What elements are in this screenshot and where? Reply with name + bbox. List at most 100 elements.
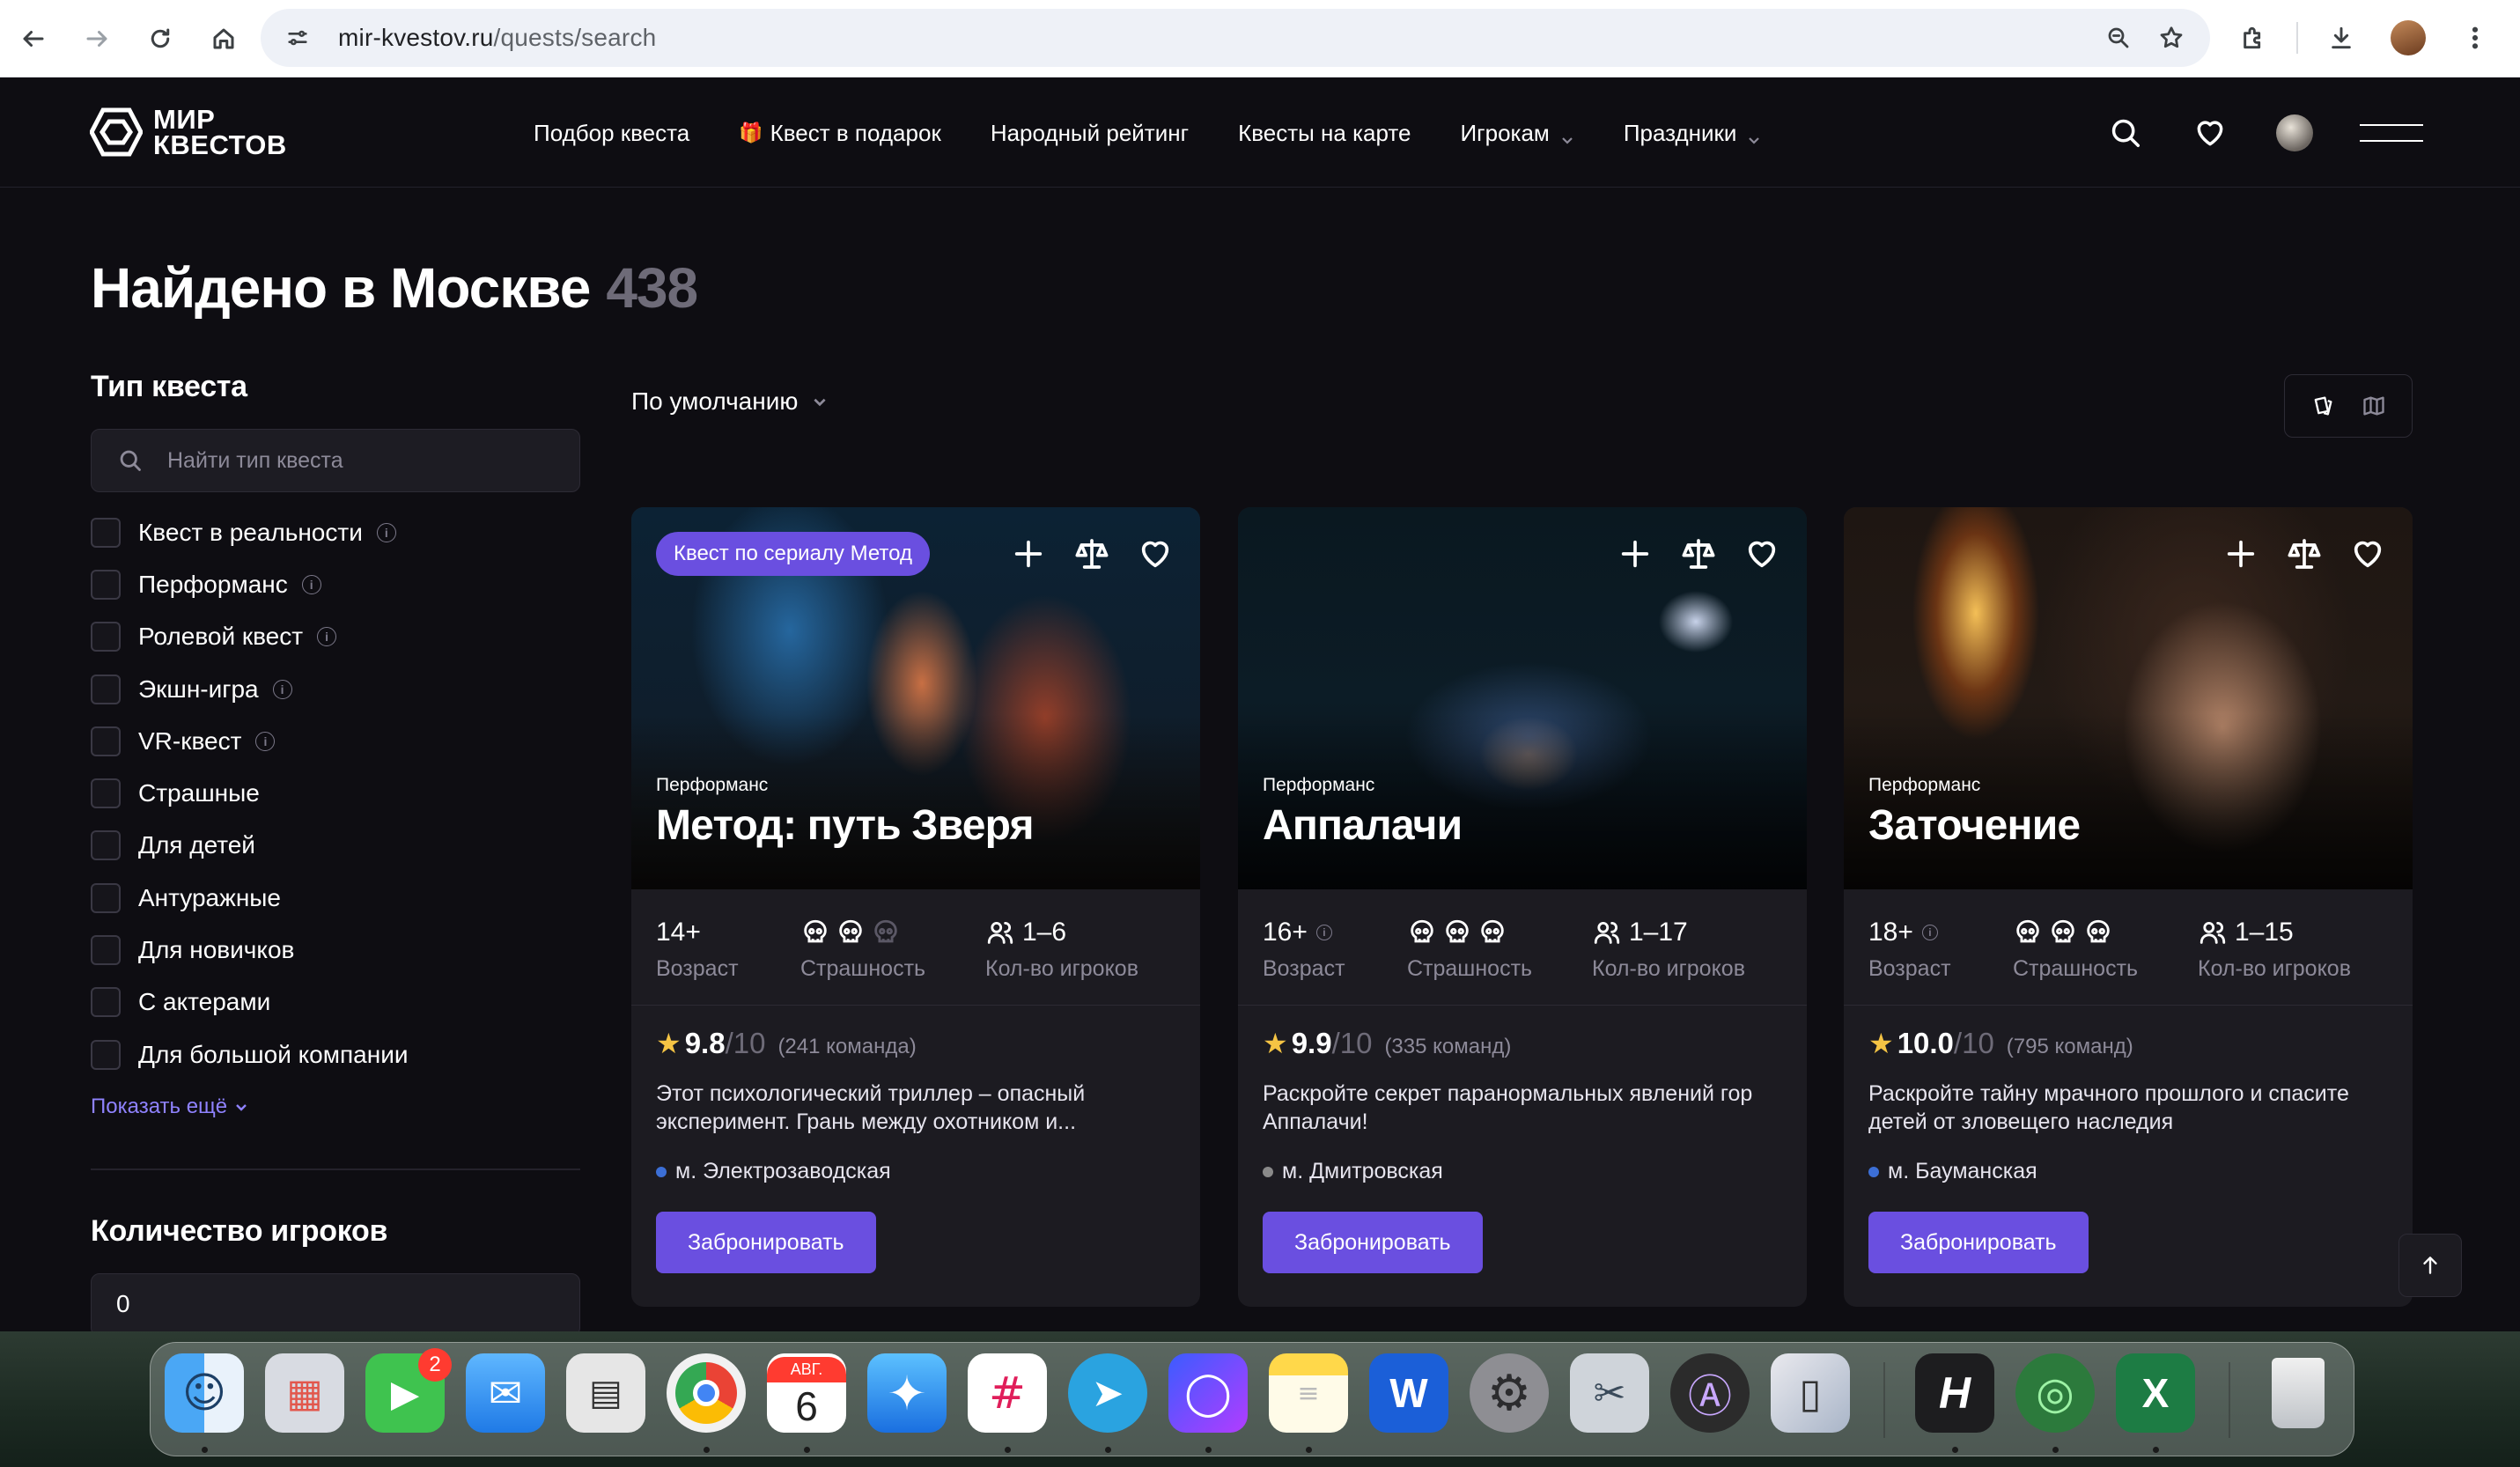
finder-icon[interactable]: ☺ <box>165 1353 244 1433</box>
checkbox[interactable] <box>91 830 121 861</box>
launchpad-icon[interactable]: ▦ <box>265 1353 344 1433</box>
cards-view-button[interactable] <box>2309 392 2337 420</box>
quest-card[interactable]: Перформанс Аппалачи 16+ i Возраст Страшно… <box>1238 507 1807 1307</box>
filter-atmospheric[interactable]: Антуражные <box>91 872 580 924</box>
quest-title[interactable]: Аппалачи <box>1263 801 1463 850</box>
bookmark-button[interactable] <box>2150 17 2192 59</box>
checkbox[interactable] <box>91 935 121 966</box>
word-icon[interactable]: W <box>1369 1353 1448 1433</box>
quest-image[interactable]: Квест по сериалу Метод Перформанс Метод:… <box>631 507 1200 889</box>
messenger-icon[interactable]: ◯ <box>1168 1353 1248 1433</box>
nav-people-rating[interactable]: Народный рейтинг <box>991 120 1189 147</box>
checkbox[interactable] <box>91 569 121 600</box>
quest-title[interactable]: Заточение <box>1868 801 2081 850</box>
checkbox[interactable] <box>91 622 121 652</box>
add-to-list-button[interactable] <box>1010 535 1047 572</box>
telegram-icon[interactable]: ➤ <box>1068 1353 1147 1433</box>
compare-button[interactable] <box>2286 535 2323 572</box>
site-settings-icon[interactable] <box>280 20 315 55</box>
quest-type-search-input[interactable] <box>167 447 555 474</box>
add-to-list-button[interactable] <box>1617 535 1654 572</box>
map-view-button[interactable] <box>2360 392 2388 420</box>
downloads-button[interactable] <box>2317 11 2365 65</box>
info-icon[interactable]: i <box>317 627 337 647</box>
browser-menu-button[interactable] <box>2451 11 2499 65</box>
vpn-app-icon[interactable]: Ⓐ <box>1670 1353 1750 1433</box>
info-icon[interactable]: i <box>272 679 292 699</box>
info-icon[interactable]: i <box>376 522 396 542</box>
user-account-button[interactable] <box>2275 114 2314 152</box>
quest-image[interactable]: Перформанс Заточение <box>1844 507 2413 889</box>
zoom-button[interactable] <box>2097 17 2140 59</box>
rating-teams[interactable]: (795 команд) <box>2007 1035 2133 1059</box>
reload-button[interactable] <box>136 14 185 63</box>
site-search-button[interactable] <box>2106 114 2145 152</box>
compare-button[interactable] <box>1073 535 1110 572</box>
rating-teams[interactable]: (241 команда) <box>777 1035 916 1059</box>
site-logo[interactable]: МИР КВЕСТОВ <box>89 106 287 158</box>
address-bar[interactable]: mir-kvestov.ru/quests/search <box>261 9 2210 67</box>
quest-title[interactable]: Метод: путь Зверя <box>656 801 1035 850</box>
mail-icon[interactable]: ✉ <box>466 1353 545 1433</box>
filter-performance[interactable]: Перформанс i <box>91 558 580 610</box>
compare-button[interactable] <box>1680 535 1717 572</box>
quest-card[interactable]: Перформанс Заточение 18+ i Возраст Страшн… <box>1844 507 2413 1307</box>
sort-dropdown[interactable]: По умолчанию <box>631 387 828 416</box>
filter-action-game[interactable]: Экшн-игра i <box>91 663 580 715</box>
back-button[interactable] <box>9 14 58 63</box>
filter-role-quest[interactable]: Ролевой квест i <box>91 611 580 663</box>
info-icon[interactable]: i <box>1921 925 1938 940</box>
chrome-icon[interactable] <box>667 1353 746 1433</box>
calendar-icon[interactable]: АВГ. 6 <box>767 1353 846 1433</box>
filter-for-kids[interactable]: Для детей <box>91 820 580 872</box>
add-to-list-button[interactable] <box>2222 535 2259 572</box>
favorites-button[interactable] <box>2191 114 2229 152</box>
scroll-to-top-button[interactable] <box>2398 1234 2462 1297</box>
checkbox[interactable] <box>91 882 121 913</box>
hyper-app-icon[interactable]: H <box>1915 1353 1994 1433</box>
preview-icon[interactable]: ✂ <box>1570 1353 1649 1433</box>
forward-button[interactable] <box>72 14 122 63</box>
nav-quest-selection[interactable]: Подбор квеста <box>534 120 689 147</box>
favorite-button[interactable] <box>2349 535 2386 572</box>
iphone-mirroring-icon[interactable]: ▯ <box>1771 1353 1850 1433</box>
checkbox[interactable] <box>91 517 121 548</box>
extensions-button[interactable] <box>2229 11 2277 65</box>
checkbox[interactable] <box>91 674 121 704</box>
find-my-icon[interactable]: ◎ <box>2015 1353 2095 1433</box>
nav-holidays[interactable]: Праздники <box>1624 120 1762 147</box>
filter-real-quest[interactable]: Квест в реальности i <box>91 506 580 558</box>
checkbox[interactable] <box>91 778 121 809</box>
burger-menu-button[interactable] <box>2360 114 2423 152</box>
book-button[interactable]: Забронировать <box>1868 1212 2089 1273</box>
nav-players[interactable]: Игрокам <box>1460 120 1573 147</box>
filter-big-company[interactable]: Для большой компании <box>91 1028 580 1080</box>
checkbox[interactable] <box>91 987 121 1018</box>
rating-teams[interactable]: (335 команд) <box>1384 1035 1511 1059</box>
system-settings-icon[interactable]: ⚙ <box>1470 1353 1549 1433</box>
nav-gift-quest[interactable]: 🎁 Квест в подарок <box>739 120 941 147</box>
profile-button[interactable] <box>2384 11 2432 65</box>
book-button[interactable]: Забронировать <box>656 1212 876 1273</box>
filter-with-actors[interactable]: С актерами <box>91 977 580 1028</box>
info-icon[interactable]: i <box>255 731 276 751</box>
excel-icon[interactable]: X <box>2116 1353 2195 1433</box>
quest-image[interactable]: Перформанс Аппалачи <box>1238 507 1807 889</box>
show-more-link[interactable]: Показать ещё <box>91 1095 580 1119</box>
nav-quests-map[interactable]: Квесты на карте <box>1238 120 1411 147</box>
favorite-button[interactable] <box>1743 535 1780 572</box>
calculator-icon[interactable]: ▤ <box>566 1353 645 1433</box>
home-button[interactable] <box>199 14 248 63</box>
checkbox[interactable] <box>91 726 121 756</box>
quest-card[interactable]: Квест по сериалу Метод Перформанс Метод:… <box>631 507 1200 1307</box>
filter-vr-quest[interactable]: VR-квест i <box>91 715 580 767</box>
info-icon[interactable]: i <box>301 574 321 594</box>
players-count-input[interactable]: 0 <box>91 1273 580 1338</box>
book-button[interactable]: Забронировать <box>1263 1212 1483 1273</box>
facetime-icon[interactable]: ▶ 2 <box>365 1348 452 1433</box>
filter-beginners[interactable]: Для новичков <box>91 924 580 976</box>
safari-icon[interactable]: ✦ <box>867 1353 947 1433</box>
notes-icon[interactable]: ≡ <box>1269 1353 1348 1433</box>
checkbox[interactable] <box>91 1039 121 1070</box>
info-icon[interactable]: i <box>1315 925 1332 940</box>
